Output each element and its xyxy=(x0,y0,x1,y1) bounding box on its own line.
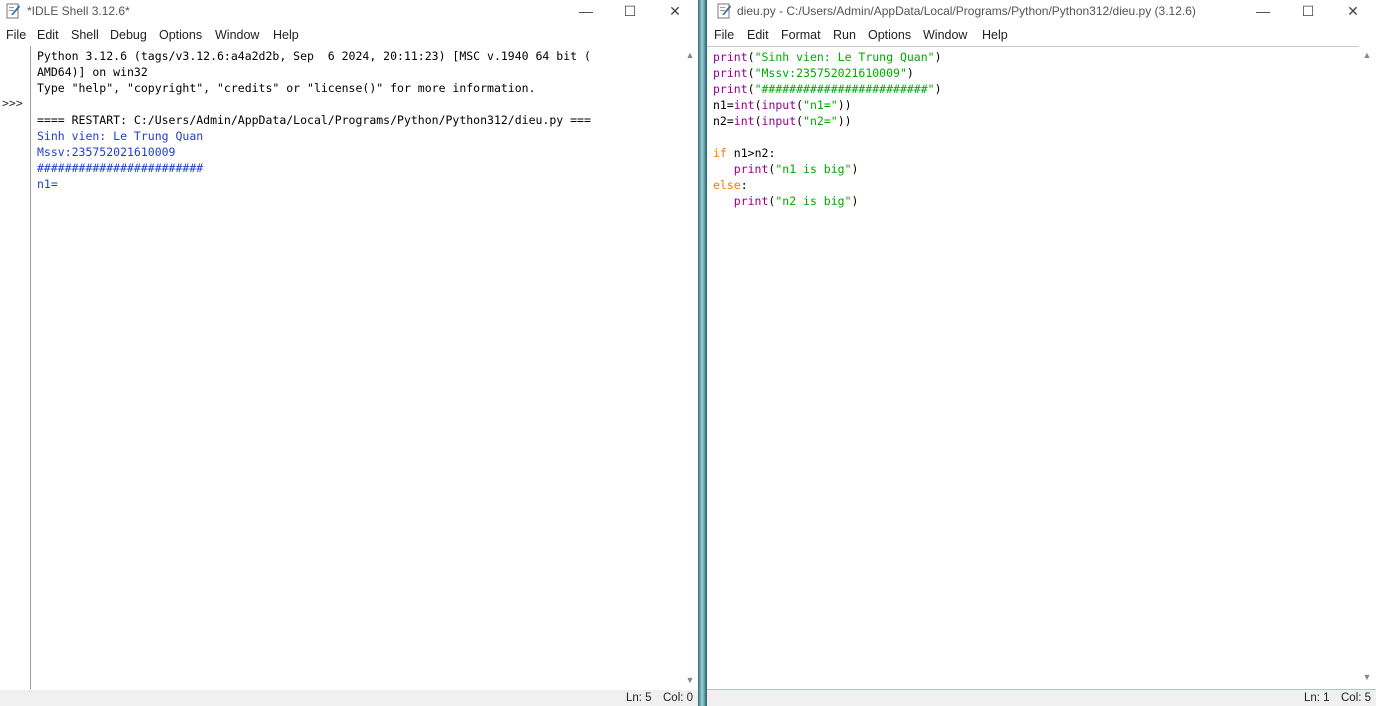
maximize-button[interactable]: ☐ xyxy=(1285,0,1331,22)
shell-prompt-gutter: >>> xyxy=(0,46,31,689)
python-feather-icon xyxy=(6,3,20,19)
menu-shell[interactable]: Shell xyxy=(71,28,99,42)
minimize-button[interactable]: — xyxy=(563,0,609,22)
menu-run[interactable]: Run xyxy=(833,28,856,42)
desktop-background xyxy=(698,0,707,706)
menu-window[interactable]: Window xyxy=(215,28,259,42)
close-button[interactable]: ✕ xyxy=(652,0,698,22)
maximize-button[interactable]: ☐ xyxy=(607,0,653,22)
python-file-icon xyxy=(717,3,731,19)
minimize-button[interactable]: — xyxy=(1240,0,1286,22)
menu-window[interactable]: Window xyxy=(923,28,967,42)
menu-help[interactable]: Help xyxy=(982,28,1008,42)
editor-vertical-scrollbar[interactable]: ▲ ▼ xyxy=(1361,46,1373,686)
shell-titlebar[interactable]: *IDLE Shell 3.12.6* — ☐ ✕ xyxy=(0,0,698,22)
minimize-icon: — xyxy=(1256,3,1270,19)
scroll-down-icon[interactable]: ▼ xyxy=(685,675,695,685)
shell-output-area[interactable]: Python 3.12.6 (tags/v3.12.6:a4a2d2b, Sep… xyxy=(31,46,682,689)
line-number-status: Ln: 1 xyxy=(1304,692,1330,704)
code-line: n2=int(input("n2=")) xyxy=(713,114,852,128)
editor-statusbar: Ln: 1 Col: 5 xyxy=(707,690,1376,706)
shell-output-line: Mssv:235752021610009 xyxy=(37,145,176,159)
line-number-status: Ln: 5 xyxy=(626,692,652,704)
maximize-icon: ☐ xyxy=(1301,2,1315,19)
menu-help[interactable]: Help xyxy=(273,28,299,42)
idle-editor-window: dieu.py - C:/Users/Admin/AppData/Local/P… xyxy=(707,0,1376,706)
shell-output-line: Sinh vien: Le Trung Quan xyxy=(37,129,204,143)
close-icon: ✕ xyxy=(1347,2,1359,19)
scroll-up-icon[interactable]: ▲ xyxy=(685,50,695,60)
menu-options[interactable]: Options xyxy=(868,28,911,42)
shell-window-title: *IDLE Shell 3.12.6* xyxy=(27,4,130,18)
code-line: if n1>n2: xyxy=(713,146,776,160)
shell-prompt: >>> xyxy=(2,96,23,110)
code-line: print("n2 is big") xyxy=(733,194,859,208)
editor-code-area[interactable]: print("Sinh vien: Le Trung Quan") print("… xyxy=(707,46,1359,687)
minimize-icon: — xyxy=(579,3,593,19)
menu-file[interactable]: File xyxy=(6,28,26,42)
shell-output-line: ######################## xyxy=(37,161,204,175)
shell-line: Type "help", "copyright", "credits" or "… xyxy=(37,81,536,95)
editor-window-title: dieu.py - C:/Users/Admin/AppData/Local/P… xyxy=(737,4,1196,18)
shell-restart-line: ==== RESTART: C:/Users/Admin/AppData/Loc… xyxy=(37,113,591,127)
shell-vertical-scrollbar[interactable]: ▲ ▼ xyxy=(684,46,696,689)
menu-edit[interactable]: Edit xyxy=(37,28,59,42)
menu-debug[interactable]: Debug xyxy=(110,28,147,42)
scroll-down-icon[interactable]: ▼ xyxy=(1362,672,1372,682)
column-number-status: Col: 5 xyxy=(1341,692,1372,704)
close-icon: ✕ xyxy=(669,2,681,19)
shell-line: Python 3.12.6 (tags/v3.12.6:a4a2d2b, Sep… xyxy=(37,49,591,63)
code-line: n1=int(input("n1=")) xyxy=(713,98,852,112)
code-line: print("########################") xyxy=(713,82,942,96)
menu-file[interactable]: File xyxy=(714,28,734,42)
scroll-up-icon[interactable]: ▲ xyxy=(1362,50,1372,60)
editor-menubar: File Edit Format Run Options Window Help xyxy=(707,25,1376,45)
code-line: print("Sinh vien: Le Trung Quan") xyxy=(713,50,942,64)
idle-shell-window: *IDLE Shell 3.12.6* — ☐ ✕ File Edit Shel… xyxy=(0,0,698,706)
editor-titlebar[interactable]: dieu.py - C:/Users/Admin/AppData/Local/P… xyxy=(707,0,1376,22)
shell-statusbar: Ln: 5 Col: 0 xyxy=(0,690,698,706)
menu-edit[interactable]: Edit xyxy=(747,28,769,42)
menu-options[interactable]: Options xyxy=(159,28,202,42)
menu-format[interactable]: Format xyxy=(781,28,821,42)
close-button[interactable]: ✕ xyxy=(1330,0,1376,22)
maximize-icon: ☐ xyxy=(623,2,637,19)
code-line: print("Mssv:235752021610009") xyxy=(713,66,914,80)
shell-menubar: File Edit Shell Debug Options Window Hel… xyxy=(0,25,698,45)
code-line: print("n1 is big") xyxy=(733,162,859,176)
code-line: else: xyxy=(713,178,748,192)
shell-input-prompt-line: n1= xyxy=(37,177,58,191)
shell-line: AMD64)] on win32 xyxy=(37,65,148,79)
column-number-status: Col: 0 xyxy=(663,692,694,704)
